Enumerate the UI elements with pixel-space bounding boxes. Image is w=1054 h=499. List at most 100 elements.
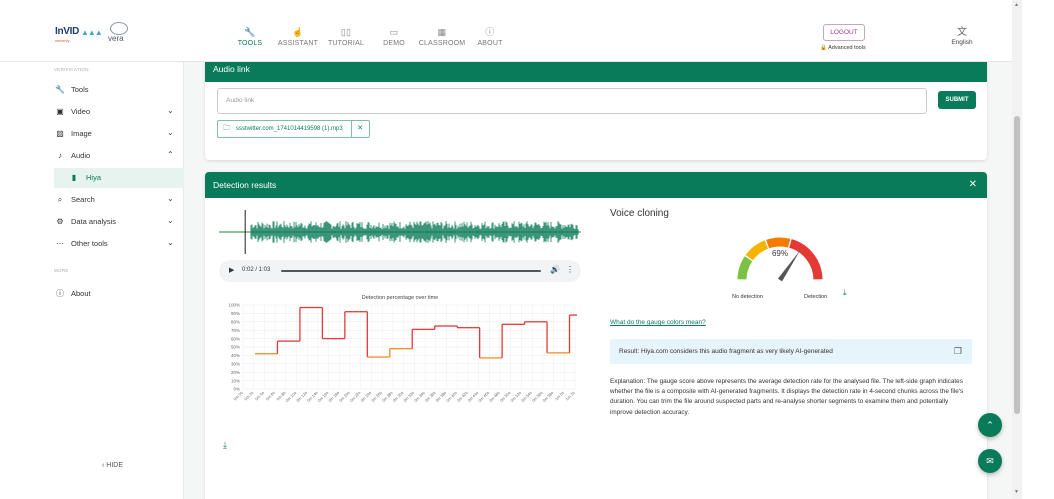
x-tick-label: 0m 46s <box>477 390 490 403</box>
chat-icon: ✉ <box>986 456 994 466</box>
gauge-colors-link[interactable]: What do the gauge colors mean? <box>610 319 706 326</box>
chevron-down-icon[interactable]: ⌄ <box>167 238 174 247</box>
detection-gauge: 69% <box>737 237 823 282</box>
volume-icon[interactable]: 🔊 <box>550 265 560 274</box>
download-chart-icon[interactable]: ⤓ <box>223 440 227 451</box>
nav-about[interactable]: ⓘ ABOUT <box>460 27 520 47</box>
sidebar-item-label: About <box>71 289 91 298</box>
chevron-down-icon[interactable]: ⌄ <box>167 194 174 203</box>
sidebar-item-about[interactable]: ⓘ About <box>42 284 184 304</box>
sidebar-item-label: Audio <box>71 151 91 160</box>
y-tick-label: 50% <box>231 345 240 350</box>
invid-vera-logo[interactable]: InVID ▲▲▲ weverify vera <box>55 22 145 49</box>
chevron-down-icon[interactable]: ⌄ <box>167 128 174 137</box>
sidebar-section-more: MORE <box>54 268 69 273</box>
scroll-down-arrow-icon[interactable]: ▼ <box>1014 489 1019 495</box>
y-tick-label: 100% <box>228 303 240 308</box>
chevron-down-icon[interactable]: ⌄ <box>167 106 174 115</box>
sidebar-item-hiya[interactable]: ▮ Hiya <box>54 168 184 188</box>
download-gauge-icon[interactable]: ⤓ <box>843 288 847 298</box>
x-tick-label: 0m 36s <box>424 390 437 403</box>
y-tick-label: 30% <box>231 362 240 367</box>
x-tick-label: 0m 30s <box>392 390 405 403</box>
logout-button[interactable]: LOGOUT <box>823 24 865 41</box>
scroll-up-arrow-icon[interactable]: ▲ <box>1014 2 1019 8</box>
sidebar-item-label: Video <box>71 107 91 116</box>
x-tick-label: 0m 26s <box>370 390 383 403</box>
x-tick-label: 1m 0s <box>554 390 565 401</box>
y-tick-label: 40% <box>231 353 240 358</box>
x-tick-label: 0m 18s <box>327 390 340 403</box>
x-tick-label: 0m 52s <box>509 390 522 403</box>
hide-sidebar-button[interactable]: ‹ HIDE <box>102 462 123 469</box>
gauge-segment <box>766 237 791 249</box>
sidebar-item-video[interactable]: ▣ Video ⌄ <box>42 102 184 122</box>
language-label: English <box>951 39 973 46</box>
audio-link-input[interactable]: Audio link <box>217 88 927 114</box>
sidebar-section-verification: VERIFICATION <box>54 67 89 72</box>
more-dots-icon: ⋯ <box>56 239 64 248</box>
x-tick-label: 0m 0s <box>232 390 243 401</box>
chart-title: Detection percentage over time <box>362 295 438 301</box>
info-icon: ⓘ <box>56 289 64 298</box>
advanced-tools-link[interactable]: 🔒 Advanced tools <box>820 45 866 51</box>
folder-icon: 🗀 <box>223 125 230 132</box>
scrollbar-thumb[interactable] <box>1014 116 1020 414</box>
player-seek-bar[interactable] <box>281 270 541 272</box>
y-tick-label: 60% <box>231 336 240 341</box>
audio-link-header: Audio link <box>205 62 987 82</box>
x-tick-label: 0m 32s <box>402 390 415 403</box>
sidebar-item-search[interactable]: ⌕ Search ⌄ <box>42 190 184 210</box>
play-icon[interactable]: ▶ <box>229 266 234 274</box>
language-selector[interactable]: 文 English <box>947 27 977 46</box>
music-note-icon: ♪ <box>58 151 62 160</box>
vera-logo-text: vera <box>108 34 124 43</box>
chevron-down-icon[interactable]: ⌄ <box>167 216 174 225</box>
uploaded-file-name: ssstwitter.com_1741014419598 (1).mp3 <box>236 126 343 132</box>
sidebar-item-label: Search <box>71 195 95 204</box>
y-tick-label: 90% <box>231 311 240 316</box>
chevron-up-icon: ⌃ <box>986 420 994 430</box>
submit-button[interactable]: SUBMIT <box>938 91 976 109</box>
x-tick-label: 0m 6s <box>265 390 276 401</box>
sidebar-item-label: Hiya <box>86 173 102 182</box>
sidebar-item-data-analysis[interactable]: ⚙ Data analysis ⌄ <box>42 212 184 232</box>
remove-file-icon[interactable]: ✕ <box>350 121 369 137</box>
gauge-segment <box>737 256 753 280</box>
x-tick-label: 0m 58s <box>541 390 554 403</box>
copy-icon[interactable]: ❐ <box>954 339 962 364</box>
page-scrollbar[interactable]: ▲ ▼ <box>1012 0 1022 499</box>
gauge-segment <box>789 239 823 280</box>
audio-player[interactable]: ▶ 0:02 / 1:03 🔊 ⋮ <box>219 260 581 282</box>
x-tick-label: 0m 12s <box>295 390 308 403</box>
x-tick-label: 0m 28s <box>381 390 394 403</box>
voice-cloning-title: Voice cloning <box>610 208 669 219</box>
close-icon[interactable]: ✕ <box>969 172 977 198</box>
x-tick-label: 1m 2s <box>564 390 575 401</box>
x-tick-label: 0m 2s <box>243 390 254 401</box>
sidebar-item-image[interactable]: ▨ Image ⌄ <box>42 124 184 144</box>
detection-results-header: Detection results ✕ <box>205 172 987 198</box>
uploaded-file-chip[interactable]: 🗀 ssstwitter.com_1741014419598 (1).mp3 ✕ <box>217 120 370 138</box>
sidebar-item-tools[interactable]: 🔧 Tools <box>42 80 184 100</box>
translate-icon: 文 <box>957 27 967 38</box>
x-tick-label: 0m 38s <box>434 390 447 403</box>
x-tick-label: 0m 22s <box>349 390 362 403</box>
audio-waveform[interactable] <box>219 210 581 254</box>
window-margin <box>1022 0 1054 499</box>
weverify-logo-text: weverify <box>55 38 70 43</box>
x-tick-label: 0m 44s <box>467 390 480 403</box>
gauge-segment <box>745 240 769 261</box>
more-options-icon[interactable]: ⋮ <box>566 265 574 274</box>
explanation-text: Explanation: The gauge score above repre… <box>610 378 964 416</box>
scroll-top-button[interactable]: ⌃ <box>978 413 1002 437</box>
chevron-up-icon[interactable]: ⌃ <box>167 150 174 159</box>
sidebar-item-other-tools[interactable]: ⋯ Other tools ⌄ <box>42 234 184 254</box>
nav-label: ASSISTANT <box>277 40 319 47</box>
x-tick-label: 0m 40s <box>445 390 458 403</box>
chat-button[interactable]: ✉ <box>978 449 1002 473</box>
sidebar-item-audio[interactable]: ♪ Audio ⌃ <box>42 146 184 166</box>
x-tick-label: 0m 56s <box>531 390 544 403</box>
main-content: Audio link Audio link SUBMIT 🗀 ssstwitte… <box>184 62 1012 499</box>
audio-link-title: Audio link <box>213 64 250 74</box>
